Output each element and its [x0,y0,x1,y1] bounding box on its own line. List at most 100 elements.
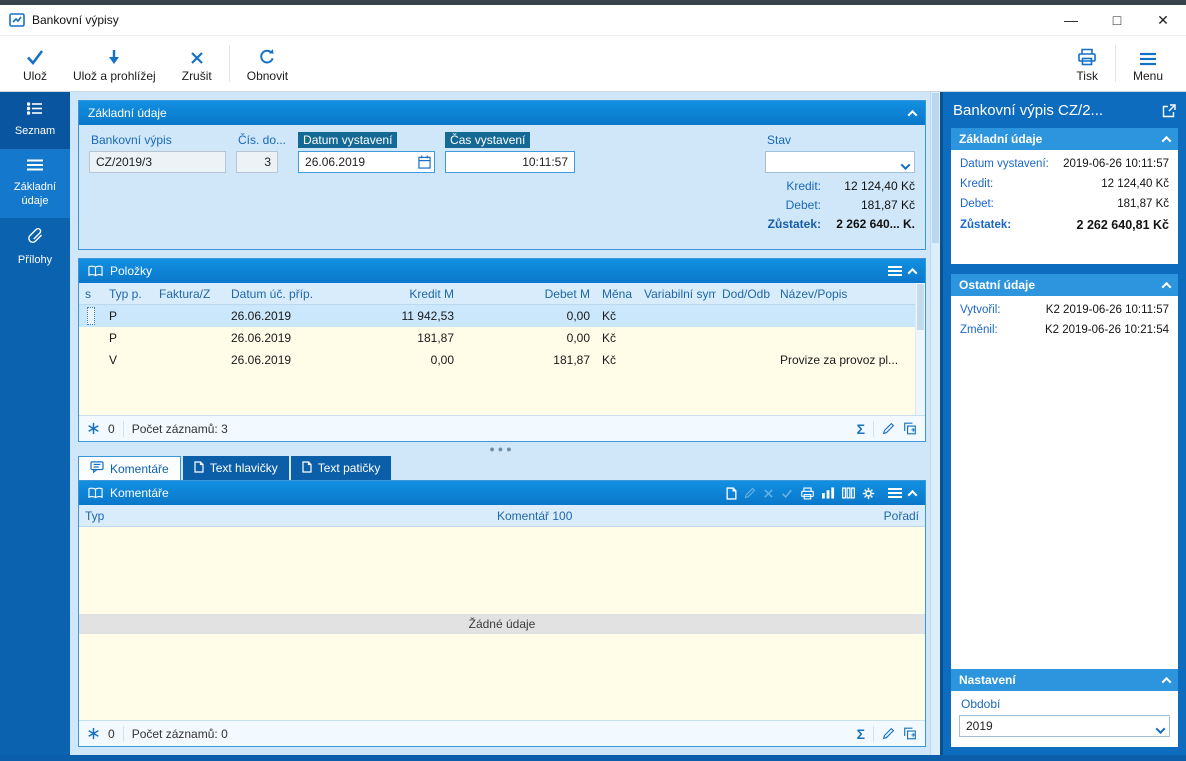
pencil-icon[interactable] [882,422,895,435]
info-row: Debet: 181,87 Kč [951,194,1178,214]
chart-icon[interactable] [822,487,835,499]
cell-datum: 26.06.2019 [225,331,320,345]
period-dropdown[interactable] [959,715,1170,737]
asterisk-icon[interactable] [87,422,100,435]
number-field[interactable] [236,151,278,173]
debet-value: 181,87 Kč [827,198,915,212]
period-field[interactable] [959,715,1170,737]
column-header[interactable]: Faktura/Z [153,287,225,301]
column-header[interactable]: Komentář 100 [491,509,853,523]
items-panel-header[interactable]: Položky [79,259,925,283]
maximize-button[interactable]: □ [1094,5,1140,35]
print-grid-icon[interactable] [800,487,815,500]
column-header[interactable]: Debet M [460,287,596,301]
column-header[interactable]: Typ p. [103,287,153,301]
issue-date-field[interactable] [298,151,435,173]
calendar-icon[interactable] [418,155,431,172]
grid-menu-icon[interactable] [888,264,902,278]
column-header[interactable]: Datum úč. příp. [225,287,320,301]
sum-icon[interactable]: Σ [857,421,865,437]
sidebar-item-prilohy[interactable]: Přílohy [0,218,70,276]
column-header[interactable]: Kredit M [320,287,460,301]
settings-card: Nastavení Období [951,669,1178,747]
statement-label: Bankovní výpis [89,132,174,148]
table-scrollbar[interactable] [915,283,925,415]
cell-datum: 26.06.2019 [225,309,320,323]
menu-button[interactable]: Menu [1120,39,1176,88]
table-row[interactable]: P 26.06.2019 181,87 0,00 Kč [79,327,915,349]
card-header[interactable]: Nastavení [951,669,1178,691]
info-label: Vytvořil: [960,304,1000,316]
confirm-record-icon[interactable] [781,488,793,499]
delete-record-icon[interactable] [763,488,774,499]
column-header[interactable]: Pořadí [853,509,925,523]
number-label: Čís. do... [236,132,288,148]
info-value: 2019-06-26 10:11:57 [1063,158,1169,170]
grid-menu-icon[interactable] [888,486,902,500]
edit-record-icon[interactable] [744,487,756,499]
save-and-view-button[interactable]: Ulož a prohlížej [60,39,169,88]
column-header[interactable]: s [79,287,103,301]
comments-panel-header[interactable]: Komentáře [79,481,925,505]
tab-text-hlavicky[interactable]: Text hlavičky [183,456,289,480]
flag-count: 0 [108,422,115,436]
save-button[interactable]: Ulož [10,39,60,88]
column-header[interactable]: Název/Popis [774,287,915,301]
table-row[interactable]: P 26.06.2019 11 942,53 0,00 Kč [79,305,915,327]
collapse-icon[interactable] [909,490,916,497]
record-count: Počet záznamů: 3 [132,422,228,436]
gear-icon[interactable] [862,487,875,500]
open-external-icon[interactable] [1162,104,1176,118]
statement-field[interactable] [89,151,226,173]
asterisk-icon[interactable] [87,727,100,740]
minimize-button[interactable]: ― [1048,5,1094,35]
issue-time-field[interactable] [445,151,575,173]
basic-panel-header[interactable]: Základní údaje [79,101,925,125]
status-field[interactable] [765,151,915,173]
table-row[interactable]: V 26.06.2019 0,00 181,87 Kč Provize za p… [79,349,915,371]
columns-icon[interactable] [842,487,855,499]
sidebar-item-label: Přílohy [18,254,52,268]
column-header[interactable]: Variabilní sym [638,287,716,301]
splitter-handle[interactable]: ●●● [78,442,926,456]
sum-icon[interactable]: Σ [857,726,865,742]
copy-record-icon[interactable] [903,727,917,740]
info-label: Datum vystavení: [960,158,1049,170]
sidebar-item-seznam[interactable]: Seznam [0,92,70,150]
hamburger-icon [1139,45,1157,66]
debet-summary-row: Debet: 181,87 Kč [765,198,915,212]
column-header[interactable]: Dod/Odb [716,287,774,301]
copy-record-icon[interactable] [903,422,917,435]
new-record-icon[interactable] [726,487,737,500]
tab-komentare[interactable]: Komentáře [78,456,181,480]
document-icon [194,461,204,476]
save-label: Ulož [23,69,47,83]
cell-mena: Kč [596,331,638,345]
column-header[interactable]: Měna [596,287,638,301]
refresh-button[interactable]: Obnovit [234,39,301,88]
sidebar-item-zakladni-udaje[interactable]: Základní údaje [0,150,70,218]
tab-text-paticky[interactable]: Text patičky [291,456,392,480]
panel-title: Komentáře [110,486,169,500]
close-button[interactable]: ✕ [1140,5,1186,35]
print-button[interactable]: Tisk [1063,39,1111,88]
column-header[interactable]: Typ [79,509,491,523]
card-header[interactable]: Základní údaje [951,128,1178,150]
info-value: K2 2019-06-26 10:21:54 [1045,324,1169,336]
book-icon [88,487,103,499]
cancel-button[interactable]: Zrušit [169,39,225,88]
pencil-icon[interactable] [882,727,895,740]
period-label: Období [959,696,1170,712]
collapse-icon[interactable] [909,110,916,117]
collapse-icon [1163,136,1170,143]
right-panel-title: Bankovní výpis CZ/2... [953,102,1156,119]
status-dropdown[interactable] [765,151,915,173]
zustatek-value: 2 262 640... K. [827,217,915,231]
collapse-icon[interactable] [909,268,916,275]
items-column-headers: s Typ p. Faktura/Z Datum úč. příp. Kredi… [79,283,915,305]
window-title: Bankovní výpisy [32,13,119,27]
card-header[interactable]: Ostatní údaje [951,274,1178,296]
app-icon [9,12,25,28]
main-scrollbar[interactable] [930,92,940,755]
cell-debet: 0,00 [460,331,596,345]
